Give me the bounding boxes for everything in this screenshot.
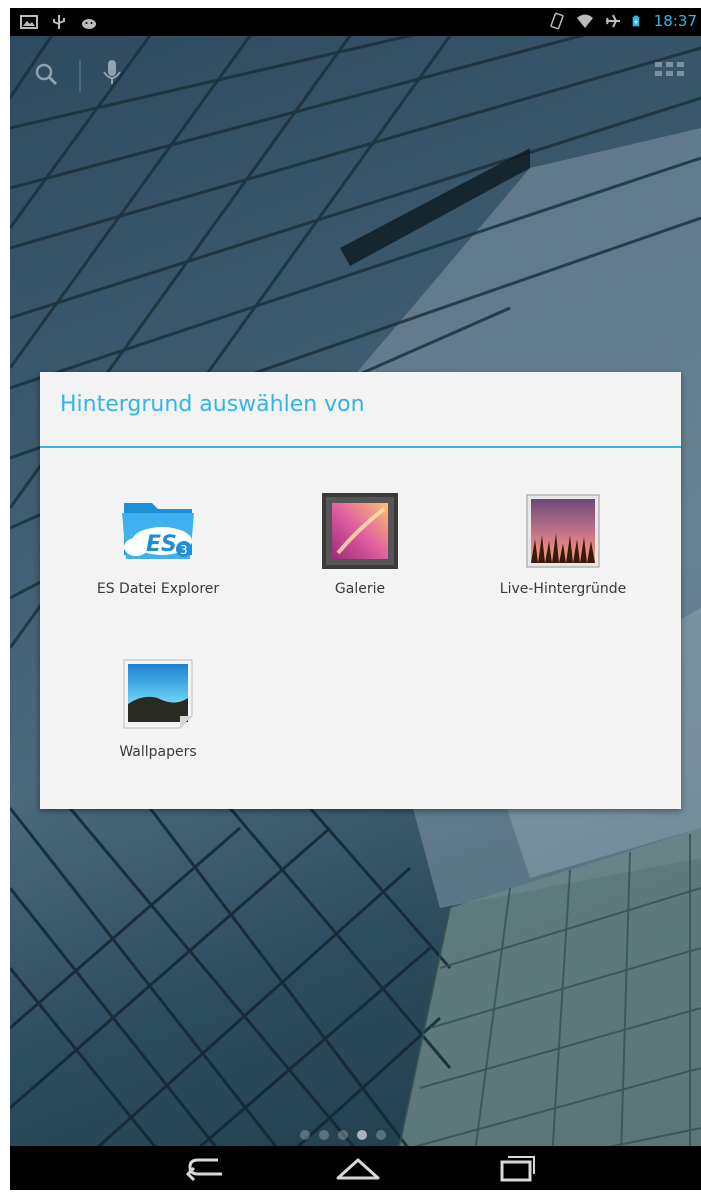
status-bar: 18:37 <box>10 8 701 36</box>
app-label-live-wallpapers: Live-Hintergründe <box>499 581 627 597</box>
app-option-wallpapers[interactable]: Wallpapers <box>68 652 248 792</box>
home-search-bar[interactable] <box>28 56 148 96</box>
dialog-title-divider <box>40 446 681 448</box>
page-dot <box>338 1130 348 1140</box>
page-dot <box>376 1130 386 1140</box>
dialog-title: Hintergrund auswählen von <box>60 392 365 417</box>
airplane-icon <box>605 14 620 28</box>
android-icon <box>82 19 96 29</box>
device-screen: 18:37 Hintergrund auswählen von ES 3 ES … <box>10 8 701 1190</box>
app-label-es-file-explorer: ES Datei Explorer <box>96 581 220 597</box>
app-option-es-file-explorer[interactable]: ES 3 ES Datei Explorer <box>68 489 248 629</box>
recent-apps-icon[interactable] <box>486 1152 546 1184</box>
page-dot-active <box>357 1130 367 1140</box>
status-clock: 18:37 <box>653 12 697 30</box>
navigation-bar <box>10 1146 701 1190</box>
back-icon[interactable] <box>178 1152 238 1184</box>
apps-grid-icon[interactable] <box>653 60 687 86</box>
app-option-gallery[interactable]: Galerie <box>270 489 450 629</box>
app-label-gallery: Galerie <box>334 581 386 597</box>
search-icon[interactable] <box>35 63 58 86</box>
usb-icon <box>53 15 65 29</box>
page-dot <box>300 1130 310 1140</box>
page-dot <box>319 1130 329 1140</box>
svg-text:3: 3 <box>180 543 188 557</box>
page-indicator <box>300 1130 386 1140</box>
wallpapers-icon <box>123 659 193 729</box>
gallery-icon <box>322 493 398 569</box>
image-icon <box>20 15 38 29</box>
svg-text:ES: ES <box>146 532 177 557</box>
app-label-wallpapers: Wallpapers <box>119 744 197 760</box>
es-file-explorer-icon: ES 3 <box>122 503 194 559</box>
live-wallpapers-icon <box>526 494 600 568</box>
battery-charging-icon <box>632 15 640 27</box>
wallpaper-chooser-dialog: Hintergrund auswählen von ES 3 ES Datei … <box>40 372 681 809</box>
vibrate-icon <box>550 12 564 30</box>
app-option-live-wallpapers[interactable]: Live-Hintergründe <box>473 489 653 629</box>
wifi-icon <box>576 14 593 28</box>
microphone-icon[interactable] <box>103 60 121 84</box>
home-icon[interactable] <box>328 1152 388 1184</box>
